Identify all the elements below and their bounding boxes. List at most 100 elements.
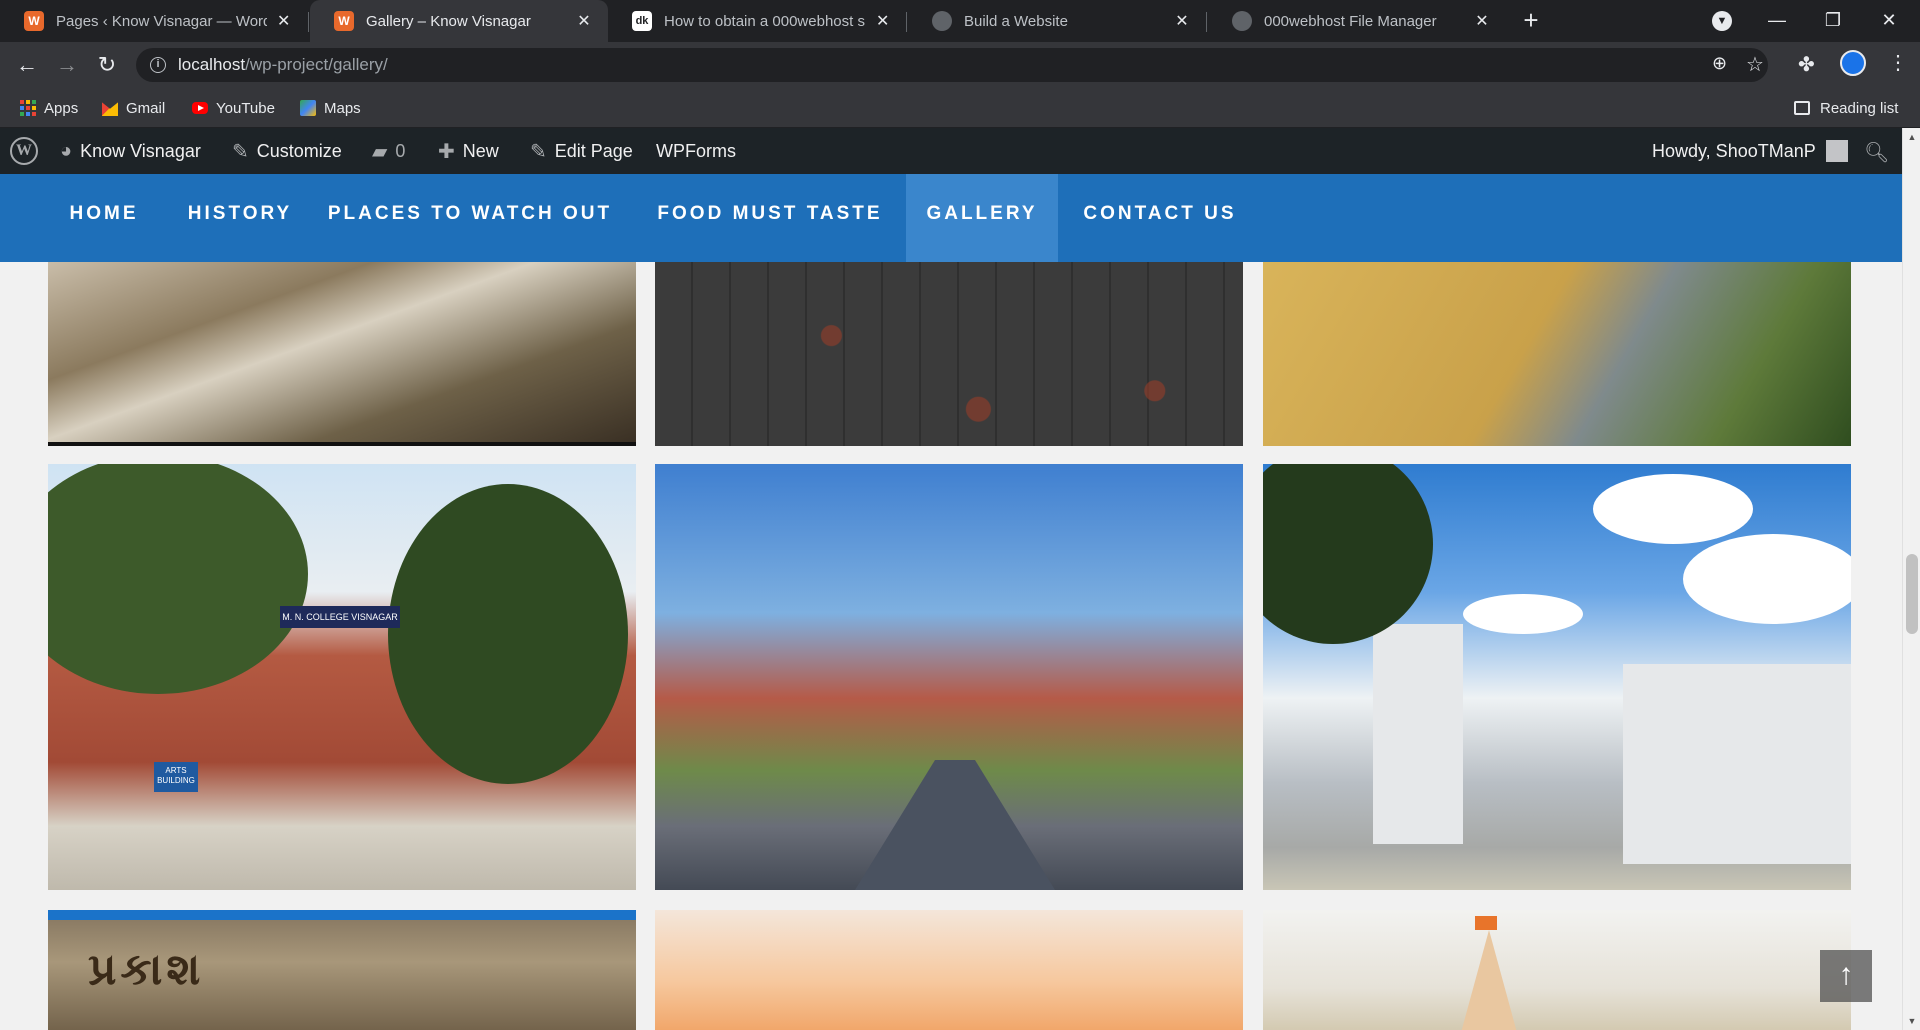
site-name-menu[interactable]: ◕ Know Visnagar [60,128,201,174]
tab-separator [906,12,907,32]
new-tab-button[interactable]: + [1516,6,1546,36]
scroll-up-arrow-icon[interactable]: ▲ [1903,132,1920,142]
gallery-photo-temple-spire[interactable] [1263,910,1851,1030]
signboard-text: પ્રકાશ [88,944,205,995]
scrollbar-thumb[interactable] [1906,554,1918,634]
restore-button[interactable]: ❐ [1808,0,1858,42]
tab-search-icon[interactable]: ▼ [1712,11,1732,31]
new-label: New [462,140,499,161]
browser-menu-icon[interactable]: ⋮ [1888,50,1908,75]
bookmark-maps[interactable]: Maps [300,88,361,128]
search-icon[interactable]: 🔍︎ [1864,140,1889,165]
wordpress-icon: W [24,11,44,31]
nav-item-gallery[interactable]: GALLERY [906,174,1058,262]
apps-grid-icon [20,100,36,116]
wpforms-menu[interactable]: WPForms [656,128,736,174]
zoom-icon[interactable]: ⊕ [1712,53,1727,74]
bookmarks-bar: Apps Gmail YouTube Maps Reading list [0,88,1920,128]
tab-title: Build a Website [964,12,1068,30]
tree-foliage [388,484,628,784]
gallery-photo-white-buildings[interactable] [1263,464,1851,890]
tab-title: 000webhost File Manager [1264,12,1437,30]
comment-icon: ▰ [372,140,388,163]
extensions-icon[interactable]: ✤ [1798,52,1815,77]
temple-flag-shape [1475,916,1497,930]
cloud-shape [1683,534,1851,624]
tab-000webhost-file-manager[interactable]: 000webhost File Manager ✕ [1208,0,1506,42]
cloud-shape [1593,474,1753,544]
bookmark-apps[interactable]: Apps [20,88,78,128]
browser-toolbar: ← → ↻ i localhost/wp-project/gallery/ ⊕ … [0,42,1920,88]
url-text[interactable]: localhost/wp-project/gallery/ [178,48,388,82]
bookmark-label: Gmail [126,99,166,117]
gallery-photo-arts-college[interactable]: M. N. COLLEGE VISNAGAR ARTS BUILDING [48,464,636,890]
tab-separator [1206,12,1207,32]
gallery-photo-stone-steps[interactable] [48,262,636,446]
close-icon[interactable]: ✕ [873,11,892,31]
close-icon[interactable]: ✕ [1172,11,1192,31]
nav-item-home[interactable]: HOME [48,174,160,262]
address-bar[interactable]: i localhost/wp-project/gallery/ ⊕ ☆ [136,48,1768,82]
building-shape [1623,664,1851,864]
wordpress-icon: W [334,11,354,31]
tab-separator [308,12,309,32]
tab-pages-know-visnagar[interactable]: W Pages ‹ Know Visnagar — WordPress ✕ [0,0,306,42]
temple-spire-shape [1459,930,1519,1030]
forward-icon[interactable]: → [52,50,82,80]
site-info-icon[interactable]: i [150,57,166,73]
close-icon[interactable]: ✕ [1472,11,1492,31]
gallery-photo-sunset[interactable] [655,910,1243,1030]
nav-item-contact-us[interactable]: CONTACT US [1074,174,1246,262]
bookmark-youtube[interactable]: YouTube [192,88,275,128]
reading-list-button[interactable]: Reading list [1794,88,1898,128]
nav-item-places-to-watch-out[interactable]: PLACES TO WATCH OUT [326,174,614,262]
profile-avatar[interactable] [1840,50,1866,76]
tree-foliage [48,464,308,694]
nav-item-history[interactable]: HISTORY [176,174,304,262]
tab-obtain-000webhost[interactable]: dk How to obtain a 000webhost site ✕ [608,0,906,42]
edit-page-link[interactable]: ✎ Edit Page [530,128,633,174]
minimize-button[interactable]: — [1752,0,1802,42]
page-scrollbar[interactable]: ▲ ▼ [1902,128,1920,1030]
gallery-photo-sandy-ground[interactable] [1263,262,1851,446]
close-icon[interactable]: ✕ [574,11,594,31]
gallery-photo-shop-signboard[interactable]: પ્રકાશ [48,910,636,1030]
building-shape [1373,624,1463,844]
tab-gallery-know-visnagar[interactable]: W Gallery – Know Visnagar ✕ [310,0,608,42]
bookmark-label: Maps [324,99,361,117]
tab-build-a-website[interactable]: Build a Website ✕ [908,0,1206,42]
dashboard-icon: ◕ [60,139,73,162]
youtube-icon [192,102,208,114]
nav-item-food-must-taste[interactable]: FOOD MUST TASTE [648,174,892,262]
tab-title: Pages ‹ Know Visnagar — WordPress [56,12,268,30]
wp-logo-menu[interactable]: W [10,128,38,174]
new-content-menu[interactable]: ✚ New [438,128,499,174]
globe-icon [932,11,952,31]
tab-title: Gallery – Know Visnagar [366,12,531,30]
site-name-label: Know Visnagar [80,140,201,161]
my-account-menu[interactable]: Howdy, ShooTManP [1652,128,1848,174]
back-icon[interactable]: ← [12,50,42,80]
url-host: localhost [178,55,246,74]
wordpress-logo-icon: W [10,137,38,165]
maps-icon [300,100,316,116]
gallery-photo-brick-path[interactable] [655,262,1243,446]
comments-count: 0 [395,140,406,161]
cloud-shape [1463,594,1583,634]
bookmark-label: YouTube [216,99,275,117]
back-to-top-button[interactable]: ↑ [1820,950,1872,1002]
scroll-down-arrow-icon[interactable]: ▼ [1903,1016,1920,1026]
browser-tab-strip: W Pages ‹ Know Visnagar — WordPress ✕ W … [0,0,1920,42]
user-avatar [1825,140,1848,162]
tree-foliage [1263,464,1433,644]
bookmark-gmail[interactable]: Gmail [102,88,165,128]
close-window-button[interactable]: ✕ [1864,0,1914,42]
pencil-icon: ✎ [530,140,547,163]
customize-link[interactable]: ✎ Customize [232,128,342,174]
comments-link[interactable]: ▰ 0 [372,128,405,174]
gallery-photo-tree-lined-road[interactable] [655,464,1243,890]
close-icon[interactable]: ✕ [275,11,292,31]
reload-icon[interactable]: ↻ [92,50,122,80]
bookmark-star-icon[interactable]: ☆ [1746,52,1764,77]
globe-icon [1232,11,1252,31]
